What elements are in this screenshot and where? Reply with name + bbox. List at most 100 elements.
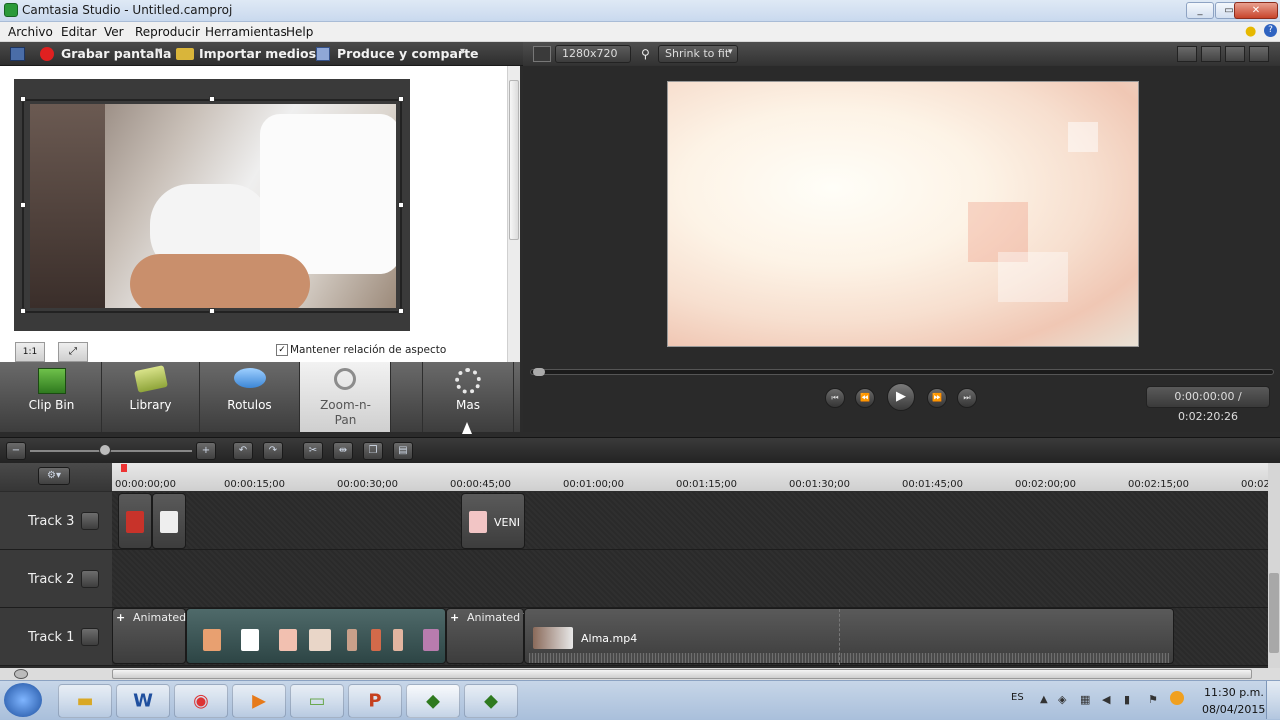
preview-canvas[interactable] (667, 81, 1139, 347)
fit-window-icon[interactable] (1225, 46, 1245, 62)
menu-herramientas[interactable]: Herramientas (205, 25, 287, 39)
network-icon[interactable]: ▦ (1080, 693, 1090, 706)
taskbar-chrome[interactable]: ◉ (174, 684, 228, 718)
help-icon[interactable]: ? (1264, 24, 1277, 37)
tray-expand-icon[interactable]: ▲ (1040, 694, 1048, 705)
tab-clip-bin[interactable]: Clip Bin (2, 362, 102, 432)
crop-icon[interactable] (1177, 46, 1197, 62)
rewind-icon[interactable]: ⏪ (855, 388, 875, 408)
taskbar-word[interactable]: W (116, 684, 170, 718)
resize-handle[interactable] (209, 308, 215, 314)
zoom-in-icon[interactable]: + (196, 442, 216, 460)
resolution-field[interactable]: 1280x720 (555, 45, 631, 63)
taskbar-explorer[interactable]: ▬ (58, 684, 112, 718)
tab-zoom-n-pan[interactable]: Zoom-n-Pan (300, 362, 391, 432)
timeline-vertical-scrollbar[interactable] (1268, 463, 1280, 668)
resize-handle[interactable] (20, 96, 26, 102)
menu-ver[interactable]: Ver (104, 25, 124, 39)
media-clip-alma[interactable]: Alma.mp4 (524, 608, 1174, 665)
update-icon[interactable] (1170, 691, 1184, 705)
taskbar-camtasia-recorder[interactable]: ◆ (464, 684, 518, 718)
signal-icon[interactable]: ▮ (1124, 693, 1130, 706)
language-indicator[interactable]: ES (1011, 692, 1024, 703)
produce-dropdown-icon[interactable]: ▾ (460, 46, 465, 57)
timeline-settings-icon[interactable]: ⚙▾ (38, 467, 70, 485)
resize-handle[interactable] (20, 202, 26, 208)
resize-handle[interactable] (20, 308, 26, 314)
menu-reproducir[interactable]: Reproducir (135, 25, 200, 39)
lightbulb-icon[interactable]: ● (1245, 24, 1256, 39)
cut-icon[interactable]: ✂ (303, 442, 323, 460)
media-clip[interactable] (152, 493, 186, 549)
playhead[interactable] (121, 464, 127, 472)
scale-slider-thumb[interactable] (14, 669, 28, 679)
zoom-out-icon[interactable]: − (6, 442, 26, 460)
media-clip[interactable] (118, 493, 152, 549)
left-panel-scrollbar[interactable] (507, 66, 520, 362)
editing-dimensions-icon[interactable] (533, 46, 551, 62)
lock-icon[interactable] (81, 628, 99, 646)
record-dropdown-icon[interactable]: ▾ (157, 46, 162, 57)
menu-help[interactable]: Help (286, 25, 313, 39)
resize-handle[interactable] (398, 96, 404, 102)
zoom-slider-thumb[interactable] (99, 444, 111, 456)
tab-library[interactable]: Library (102, 362, 200, 432)
redo-icon[interactable]: ↷ (263, 442, 283, 460)
flag-icon[interactable]: ⚑ (1148, 693, 1158, 706)
lock-icon[interactable] (81, 512, 99, 530)
taskbar-powerpoint[interactable]: P (348, 684, 402, 718)
resize-handle[interactable] (398, 202, 404, 208)
start-button[interactable] (4, 683, 42, 717)
track-label: Track 1 (28, 630, 75, 645)
import-media-button[interactable]: Importar medios (199, 46, 316, 61)
dropbox-icon[interactable]: ◈ (1058, 693, 1066, 706)
seek-bar[interactable] (530, 368, 1274, 376)
zoom-dropdown[interactable]: Shrink to fit (658, 45, 738, 63)
menu-archivo[interactable]: Archivo (8, 25, 53, 39)
produce-share-button[interactable]: Produce y comparte (337, 46, 479, 61)
fit-button[interactable]: ⤢ (58, 342, 88, 362)
volume-icon[interactable]: ◀ (1102, 693, 1110, 706)
minimize-button[interactable]: _ (1186, 2, 1214, 19)
show-desktop-button[interactable] (1266, 681, 1280, 719)
media-clip-group[interactable] (186, 608, 446, 664)
track-3-area[interactable] (112, 492, 1268, 549)
hand-pan-icon[interactable] (1201, 46, 1221, 62)
expand-icon[interactable]: + (116, 611, 125, 624)
close-button[interactable]: ✕ (1234, 2, 1278, 19)
expand-icon[interactable]: + (450, 611, 459, 624)
timeline-horizontal-scrollbar[interactable] (0, 668, 1280, 680)
aspect-checkbox[interactable]: ✓ (276, 344, 288, 356)
media-clip-animated-title[interactable]: + Animated T (446, 608, 525, 664)
taskbar-folder[interactable]: ▭ (290, 684, 344, 718)
fast-forward-icon[interactable]: ⏩ (927, 388, 947, 408)
resize-handle[interactable] (209, 96, 215, 102)
track-2-area[interactable] (112, 550, 1268, 607)
resize-handle[interactable] (398, 308, 404, 314)
taskbar-camtasia[interactable]: ◆ (406, 684, 460, 718)
lock-icon[interactable] (81, 570, 99, 588)
undo-icon[interactable]: ↶ (233, 442, 253, 460)
play-button[interactable]: ▶ (887, 383, 915, 411)
record-screen-button[interactable]: Grabar pantalla (61, 46, 171, 61)
record-icon (40, 47, 54, 61)
media-clip-animated-title[interactable]: + Animated T (112, 608, 187, 664)
clock-time[interactable]: 11:30 p.m. (1204, 686, 1264, 699)
zoom-dropdown-icon[interactable]: ▾ (728, 47, 733, 57)
detach-preview-icon[interactable] (1249, 46, 1269, 62)
tab-rotulos[interactable]: Rotulos (200, 362, 300, 432)
skip-forward-icon[interactable]: ⏭ (957, 388, 977, 408)
paste-icon[interactable]: ▤ (393, 442, 413, 460)
clock-date[interactable]: 08/04/2015 (1202, 703, 1265, 716)
zoom-selection-rect[interactable] (22, 99, 402, 313)
skip-back-icon[interactable]: ⏮ (825, 388, 845, 408)
menu-editar[interactable]: Editar (61, 25, 97, 39)
one-to-one-button[interactable]: 1:1 (15, 342, 45, 362)
seek-thumb[interactable] (533, 368, 545, 376)
copy-icon[interactable]: ❐ (363, 442, 383, 460)
zoom-slider[interactable] (30, 450, 192, 452)
save-icon[interactable] (10, 47, 25, 61)
split-icon[interactable]: ⇹ (333, 442, 353, 460)
media-clip-veni[interactable]: VENI (461, 493, 525, 549)
taskbar-media-player[interactable]: ▶ (232, 684, 286, 718)
